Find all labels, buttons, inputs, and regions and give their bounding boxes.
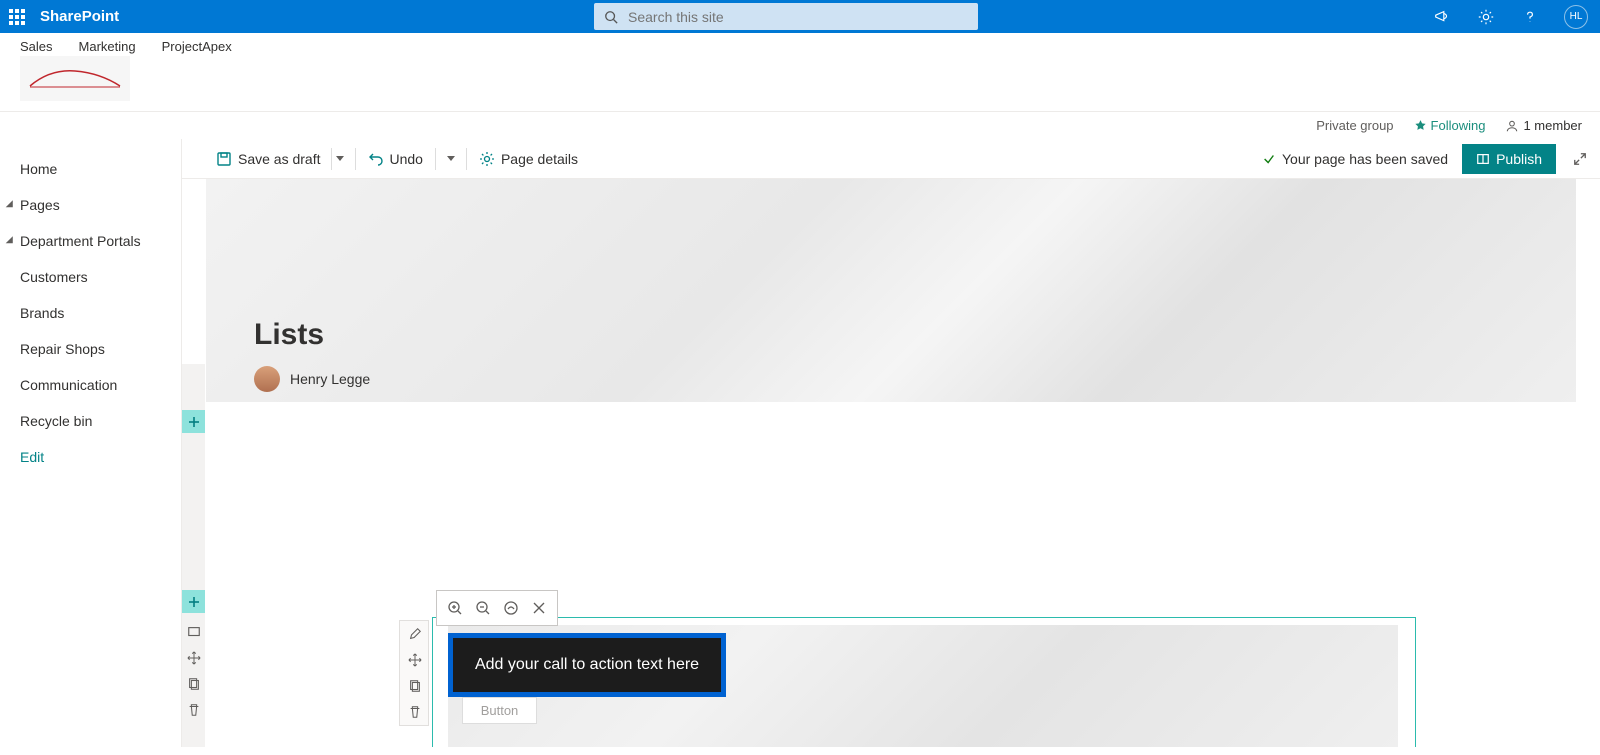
save-as-draft-button[interactable]: Save as draft (210, 143, 327, 175)
follow-toggle[interactable]: Following (1414, 118, 1486, 133)
waffle-icon (9, 9, 25, 25)
nav-communication[interactable]: Communication (0, 367, 181, 403)
app-name[interactable]: SharePoint (40, 8, 119, 25)
hub-link-projectapex[interactable]: ProjectApex (162, 39, 232, 54)
webpart-delete-button[interactable] (400, 699, 430, 725)
nav-recycle-bin[interactable]: Recycle bin (0, 403, 181, 439)
help-icon[interactable] (1520, 7, 1540, 27)
expand-button[interactable] (1570, 152, 1590, 166)
nav-department-portals[interactable]: Department Portals (0, 223, 181, 259)
hub-link-marketing[interactable]: Marketing (79, 39, 136, 54)
image-focal-toolbar (436, 590, 558, 626)
group-type-label: Private group (1316, 118, 1393, 133)
author-avatar (254, 366, 280, 392)
section-edit-button[interactable] (182, 619, 205, 645)
nav-repair-shops[interactable]: Repair Shops (0, 331, 181, 367)
site-logo[interactable] (20, 56, 130, 101)
add-section-bottom[interactable] (182, 590, 205, 613)
undo-button[interactable]: Undo (362, 143, 429, 175)
undo-icon (368, 151, 384, 167)
save-icon (216, 151, 232, 167)
undo-chevron[interactable] (442, 148, 460, 170)
webpart-duplicate-button[interactable] (400, 673, 430, 699)
publish-button[interactable]: Publish (1462, 144, 1556, 174)
star-icon (1414, 119, 1427, 132)
site-left-nav: Home Pages Department Portals Customers … (0, 139, 182, 747)
megaphone-icon[interactable] (1432, 7, 1452, 27)
publish-icon (1476, 152, 1490, 166)
nav-pages[interactable]: Pages (0, 187, 181, 223)
save-status: Your page has been saved (1262, 151, 1448, 167)
search-box[interactable] (594, 3, 978, 30)
webpart-move-button[interactable] (400, 647, 430, 673)
section-duplicate-button[interactable] (182, 671, 205, 697)
section-delete-button[interactable] (182, 697, 205, 723)
search-input[interactable] (628, 9, 968, 25)
avatar[interactable]: HL (1564, 5, 1588, 29)
gear-icon[interactable] (1476, 7, 1496, 27)
nav-home[interactable]: Home (0, 151, 181, 187)
car-logo-icon (25, 64, 125, 94)
nav-customers[interactable]: Customers (0, 259, 181, 295)
expand-icon (1573, 152, 1587, 166)
cta-button-placeholder[interactable]: Button (462, 697, 537, 724)
person-icon (1505, 119, 1519, 133)
hub-link-sales[interactable]: Sales (20, 39, 53, 54)
webpart-edit-button[interactable] (400, 621, 430, 647)
members-link[interactable]: 1 member (1505, 118, 1582, 133)
zoom-in-icon[interactable] (447, 600, 463, 616)
focal-point-icon[interactable] (503, 600, 519, 616)
checkmark-icon (1262, 152, 1276, 166)
nav-edit[interactable]: Edit (0, 439, 181, 475)
hero-banner[interactable]: Lists Henry Legge (206, 179, 1576, 402)
page-details-button[interactable]: Page details (473, 143, 584, 175)
page-author[interactable]: Henry Legge (254, 366, 370, 392)
section-move-button[interactable] (182, 645, 205, 671)
zoom-out-icon[interactable] (475, 600, 491, 616)
search-icon (604, 10, 618, 24)
save-draft-chevron[interactable] (331, 148, 349, 170)
waffle-app-launcher[interactable] (0, 9, 34, 25)
close-icon[interactable] (531, 600, 547, 616)
nav-brands[interactable]: Brands (0, 295, 181, 331)
cta-text-input[interactable]: Add your call to action text here (448, 633, 726, 697)
gear-icon (479, 151, 495, 167)
page-title[interactable]: Lists (254, 318, 324, 352)
add-section-top[interactable] (182, 410, 205, 433)
webpart-rail (399, 620, 429, 726)
